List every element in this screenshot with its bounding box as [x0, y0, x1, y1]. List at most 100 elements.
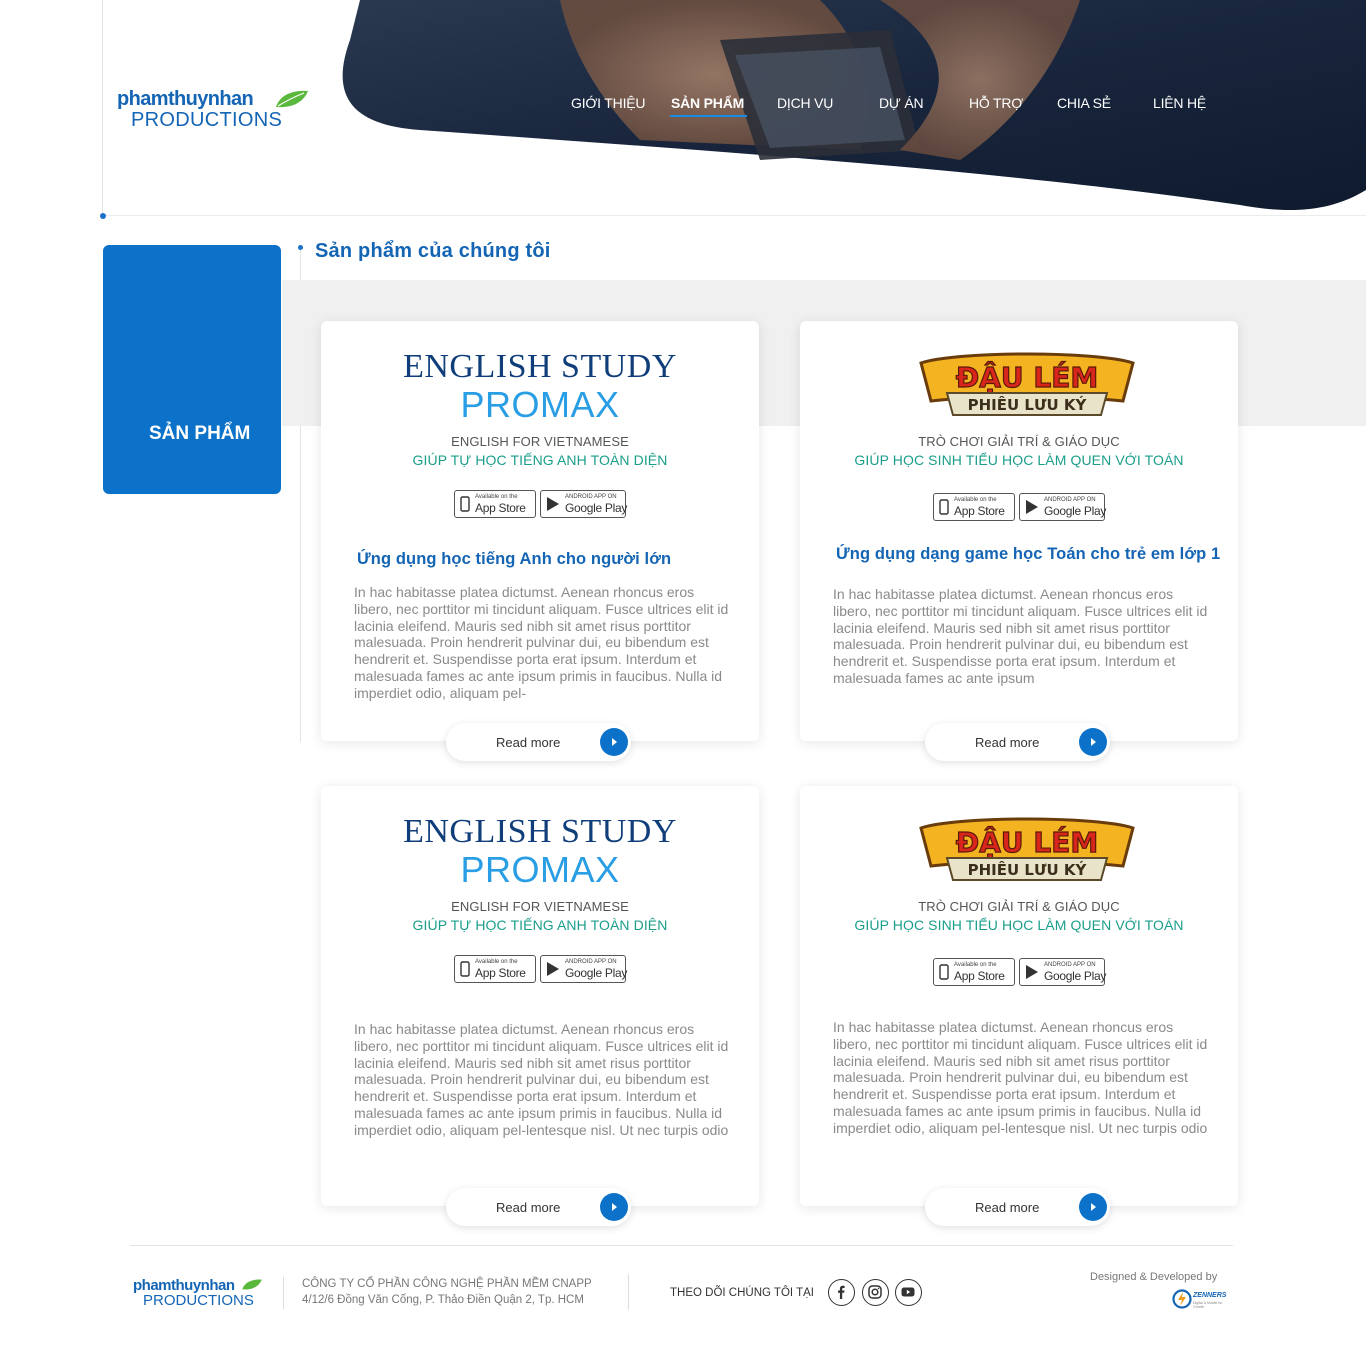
- header-divider-dot: [100, 213, 106, 219]
- google-play-badge[interactable]: ANDROID APP ON Google Play: [1019, 493, 1107, 521]
- arrow-right-icon: [600, 1193, 628, 1221]
- read-more-label: Read more: [975, 1200, 1040, 1215]
- sidebar-category-box[interactable]: SẢN PHẨM: [103, 245, 281, 494]
- logo-text-1: ENGLISH STUDY: [403, 813, 677, 850]
- app-store-small: Available on the: [475, 959, 518, 965]
- app-store-label: App Store: [954, 504, 1005, 518]
- app-store-small: Available on the: [475, 494, 518, 500]
- play-store-icon: [547, 962, 559, 976]
- card-description: In hac habitasse platea dictumst. Aenean…: [833, 1019, 1208, 1136]
- product-tagline: TRÒ CHƠI GIẢI TRÍ & GIÁO DỤC: [918, 434, 1120, 449]
- nav-item-san-pham[interactable]: SẢN PHẨM: [671, 95, 744, 111]
- zenners-logo[interactable]: ZENNERS Digital & Mobile for Growth: [1172, 1288, 1234, 1310]
- store-badges: Available on the App Store ANDROID APP O…: [800, 493, 1238, 521]
- google-play-label: Google Play: [565, 501, 628, 515]
- card-title[interactable]: Ứng dụng học tiếng Anh cho người lớn: [357, 550, 671, 569]
- nav-item-chia-se[interactable]: CHIA SẺ: [1057, 95, 1111, 111]
- google-play-label: Google Play: [1044, 504, 1107, 518]
- phone-icon: [460, 496, 470, 512]
- footer-designed-by: Designed & Developed by: [1090, 1271, 1218, 1283]
- google-play-badge[interactable]: ANDROID APP ON Google Play: [1019, 958, 1106, 986]
- logo-text-2: PHIÊU LƯU KÝ: [968, 860, 1088, 879]
- read-more-button[interactable]: Read more: [446, 1188, 631, 1226]
- phone-icon: [939, 499, 949, 515]
- footer-logo-line2: PRODUCTIONS: [143, 1292, 254, 1309]
- google-play-label: Google Play: [565, 966, 628, 980]
- logo-text-1: ĐẬU LÉM: [956, 825, 1098, 859]
- play-store-icon: [1026, 500, 1038, 514]
- header-left-line: [102, 0, 103, 215]
- read-more-label: Read more: [496, 735, 561, 750]
- brand-logo[interactable]: phamthuynhan PRODUCTIONS: [117, 88, 317, 134]
- product-subtagline: GIÚP HỌC SINH TIỂU HỌC LÀM QUEN VỚI TOÁN: [854, 917, 1184, 933]
- section-title: Sản phẩm của chúng tôi: [315, 240, 551, 262]
- store-badges: Available on the App Store ANDROID APP O…: [321, 955, 759, 983]
- app-store-badge[interactable]: Available on the App Store: [933, 493, 1015, 521]
- logo-text-2: PROMAX: [460, 849, 620, 890]
- product-tagline: TRÒ CHƠI GIẢI TRÍ & GIÁO DỤC: [918, 899, 1120, 914]
- nav-item-lien-he[interactable]: LIÊN HỆ: [1153, 95, 1206, 111]
- footer-address: 4/12/6 Đồng Văn Cống, P. Thảo Điền Quận …: [302, 1294, 584, 1306]
- google-play-badge[interactable]: ANDROID APP ON Google Play: [540, 490, 628, 518]
- app-store-label: App Store: [475, 501, 526, 515]
- logo-text-2: PROMAX: [460, 384, 620, 425]
- product-subtagline: GIÚP TỰ HỌC TIẾNG ANH TOÀN DIỆN: [412, 452, 668, 468]
- content-left-dot: [298, 245, 303, 250]
- english-study-logo: ENGLISH STUDY PROMAX: [321, 349, 759, 425]
- product-card-dau-lem: ĐẬU LÉM PHIÊU LƯU KÝ TRÒ CHƠI GIẢI TRÍ &…: [800, 321, 1238, 761]
- nav-item-dich-vu[interactable]: DỊCH VỤ: [777, 95, 833, 111]
- card-description: In hac habitasse platea dictumst. Aenean…: [833, 586, 1208, 686]
- product-tagline: ENGLISH FOR VIETNAMESE: [451, 434, 629, 449]
- store-badges: Available on the App Store ANDROID APP O…: [321, 490, 759, 518]
- zenners-icon: [1172, 1289, 1192, 1309]
- nav-item-ho-tro[interactable]: HỖ TRỢ: [969, 95, 1023, 111]
- logo-text-1: ENGLISH STUDY: [403, 348, 677, 385]
- read-more-button[interactable]: Read more: [446, 723, 631, 761]
- logo-text-2: PHIÊU LƯU KÝ: [968, 395, 1088, 414]
- leaf-icon: [276, 90, 308, 108]
- card-description: In hac habitasse platea dictumst. Aenean…: [354, 584, 729, 701]
- google-play-badge[interactable]: ANDROID APP ON Google Play: [540, 955, 628, 983]
- app-store-small: Available on the: [954, 962, 997, 968]
- app-store-small: Available on the: [954, 497, 997, 503]
- app-store-badge[interactable]: Available on the App Store: [933, 958, 1015, 986]
- footer-divider: [130, 1245, 1233, 1246]
- arrow-right-icon: [600, 728, 628, 756]
- card-title[interactable]: Ứng dụng dạng game học Toán cho trẻ em l…: [836, 545, 1220, 564]
- app-store-badge[interactable]: Available on the App Store: [454, 955, 536, 983]
- read-more-button[interactable]: Read more: [925, 1188, 1110, 1226]
- phone-icon: [939, 964, 949, 980]
- product-card-english: ENGLISH STUDY PROMAX ENGLISH FOR VIETNAM…: [321, 321, 759, 761]
- play-store-icon: [547, 497, 559, 511]
- app-store-badge[interactable]: Available on the App Store: [454, 490, 536, 518]
- zenners-tagline: Digital & Mobile for Growth: [1193, 1301, 1223, 1309]
- google-play-small: ANDROID APP ON: [1044, 962, 1096, 968]
- read-more-label: Read more: [975, 735, 1040, 750]
- product-tagline: ENGLISH FOR VIETNAMESE: [451, 899, 629, 914]
- facebook-icon[interactable]: [828, 1279, 855, 1306]
- nav-item-gioi-thieu[interactable]: GIỚI THIỆU: [571, 95, 646, 111]
- footer-follow-label: THEO DÕI CHÚNG TÔI TẠI: [670, 1287, 814, 1299]
- google-play-small: ANDROID APP ON: [565, 494, 617, 500]
- english-study-logo: ENGLISH STUDY PROMAX: [321, 814, 759, 890]
- youtube-icon[interactable]: [895, 1279, 922, 1306]
- product-subtagline: GIÚP TỰ HỌC TIẾNG ANH TOÀN DIỆN: [412, 917, 668, 933]
- arrow-right-icon: [1079, 1193, 1107, 1221]
- play-store-icon: [1026, 965, 1038, 979]
- dau-lem-logo: ĐẬU LÉM PHIÊU LƯU KÝ: [919, 817, 1135, 881]
- product-card-english-2: ENGLISH STUDY PROMAX ENGLISH FOR VIETNAM…: [321, 786, 759, 1226]
- store-badges: Available on the App Store ANDROID APP O…: [800, 958, 1238, 986]
- dau-lem-logo: ĐẬU LÉM PHIÊU LƯU KÝ: [919, 352, 1135, 416]
- app-store-label: App Store: [475, 966, 526, 980]
- read-more-label: Read more: [496, 1200, 561, 1215]
- instagram-icon[interactable]: [862, 1279, 889, 1306]
- phone-icon: [460, 961, 470, 977]
- app-store-label: App Store: [954, 969, 1005, 983]
- read-more-button[interactable]: Read more: [925, 723, 1110, 761]
- google-play-small: ANDROID APP ON: [1044, 497, 1096, 503]
- nav-item-du-an[interactable]: DỰ ÁN: [879, 95, 924, 111]
- card-description: In hac habitasse platea dictumst. Aenean…: [354, 1021, 729, 1138]
- footer-separator-2: [628, 1274, 629, 1310]
- leaf-icon: [242, 1279, 262, 1290]
- footer-logo[interactable]: phamthuynhan PRODUCTIONS: [133, 1277, 293, 1313]
